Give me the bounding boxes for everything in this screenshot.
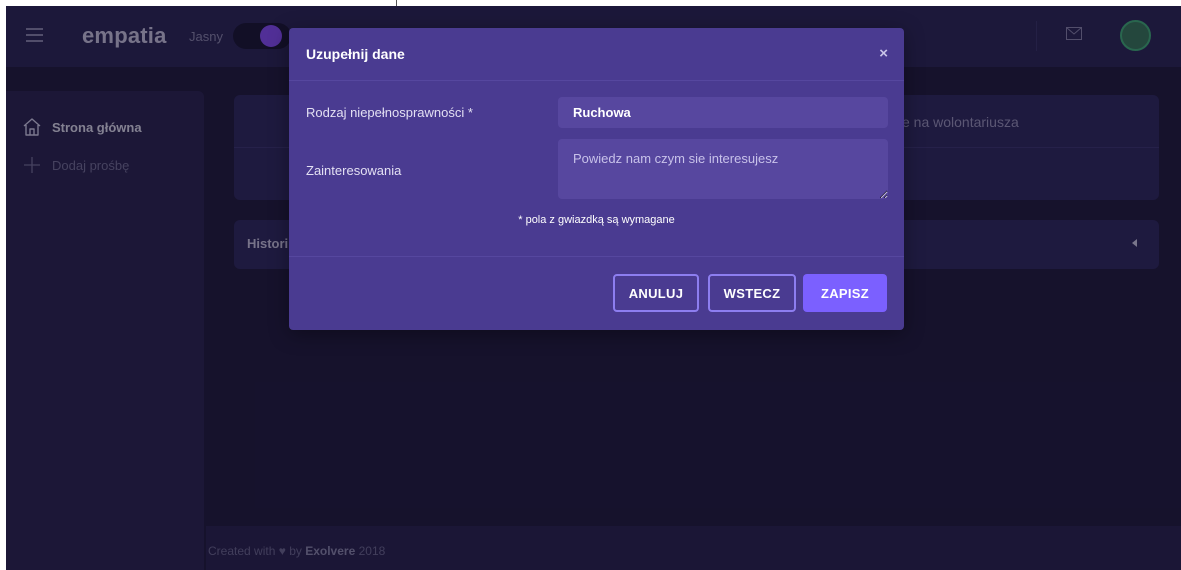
save-button[interactable]: ZAPISZ: [803, 274, 887, 312]
close-icon[interactable]: ×: [879, 45, 888, 62]
required-note: * pola z gwiazdką są wymagane: [518, 214, 675, 226]
complete-data-modal: Uzupełnij dane × Rodzaj niepełnosprawnoś…: [289, 28, 904, 330]
interests-textarea[interactable]: [558, 139, 888, 199]
modal-footer-divider: [289, 256, 904, 257]
modal-header: Uzupełnij dane ×: [289, 28, 904, 81]
disability-field[interactable]: [558, 97, 888, 128]
app-window: empatia Jasny Strona główna Dodaj prośbę: [6, 6, 1181, 570]
back-button[interactable]: WSTECZ: [708, 274, 796, 312]
cancel-button[interactable]: ANULUJ: [613, 274, 699, 312]
interests-label: Zainteresowania: [306, 163, 402, 178]
disability-label: Rodzaj niepełnosprawności *: [306, 105, 473, 120]
modal-title: Uzupełnij dane: [306, 46, 405, 62]
